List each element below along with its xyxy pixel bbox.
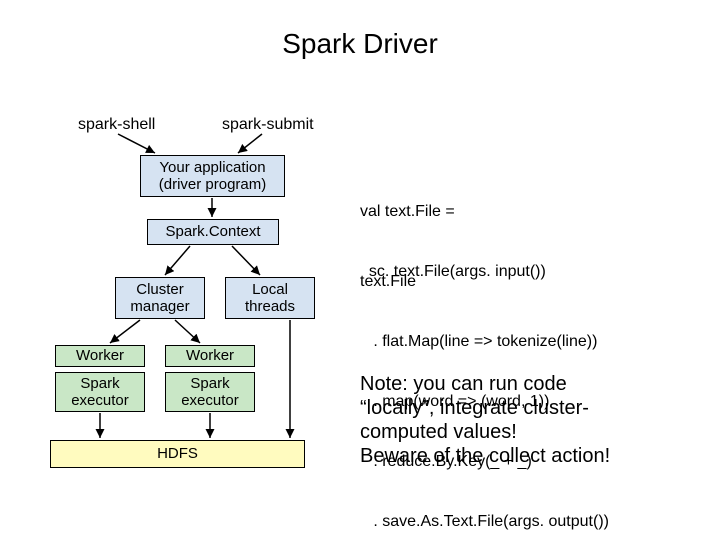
note-l3: computed values! [360,420,610,444]
note-l1: Note: you can run code [360,372,610,396]
box-spark-executor-1: Spark executor [55,372,145,412]
code1-l1: val text.File = [360,202,546,222]
your-app-line2: (driver program) [159,176,267,193]
local-threads-line1: Local [252,281,288,298]
label-spark-submit: spark-submit [222,116,314,134]
box-cluster-manager: Cluster manager [115,277,205,319]
spark-exec2-line2: executor [181,392,239,409]
box-worker-1: Worker [55,345,145,367]
label-spark-shell: spark-shell [78,116,155,134]
your-app-line1: Your application [159,159,265,176]
box-local-threads: Local threads [225,277,315,319]
cluster-mgr-line2: manager [130,298,189,315]
spark-context-text: Spark.Context [165,223,260,240]
box-your-application: Your application (driver program) [140,155,285,197]
local-threads-line2: threads [245,298,295,315]
worker2-text: Worker [186,347,234,364]
spark-exec2-line1: Spark [190,375,229,392]
page-title: Spark Driver [0,28,720,60]
hdfs-text: HDFS [157,445,198,462]
worker1-text: Worker [76,347,124,364]
code2-l2: . flat.Map(line => tokenize(line)) [360,332,609,352]
box-hdfs: HDFS [50,440,305,468]
note-l4: Beware of the collect action! [360,444,610,468]
note-l2: “locally”, integrate cluster- [360,396,610,420]
box-spark-context: Spark.Context [147,219,279,245]
spark-exec1-line1: Spark [80,375,119,392]
spark-exec1-line2: executor [71,392,129,409]
box-spark-executor-2: Spark executor [165,372,255,412]
code2-l5: . save.As.Text.File(args. output()) [360,512,609,532]
cluster-mgr-line1: Cluster [136,281,184,298]
box-worker-2: Worker [165,345,255,367]
code2-l1: text.File [360,272,609,292]
note-text: Note: you can run code “locally”, integr… [360,372,610,468]
